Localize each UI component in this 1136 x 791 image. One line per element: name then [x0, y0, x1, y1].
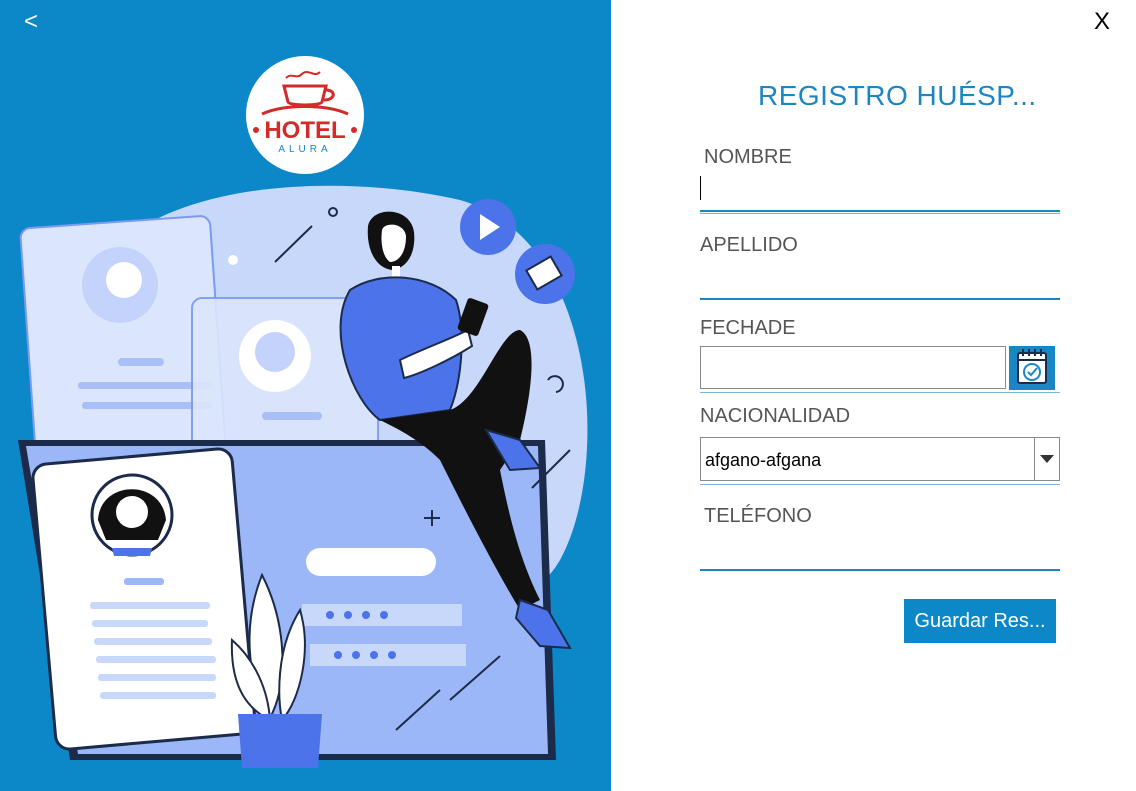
fecha-date-field[interactable] — [700, 346, 1006, 389]
telefono-underline — [700, 569, 1060, 571]
nacionalidad-select[interactable]: afgano-afgana — [700, 437, 1060, 481]
save-reservation-button[interactable]: Guardar Res... — [904, 599, 1056, 643]
nombre-underline-shadow — [700, 213, 1060, 214]
hotel-alura-logo: HOTEL ALURA — [246, 56, 364, 174]
nacionalidad-label: NACIONALIDAD — [700, 405, 851, 427]
fecha-label: FECHADE — [700, 317, 796, 339]
nombre-input[interactable] — [700, 174, 1060, 206]
calendar-check-icon — [1017, 349, 1047, 384]
calendar-button[interactable] — [1009, 346, 1055, 390]
telefono-input[interactable] — [700, 534, 1060, 566]
logo-text: HOTEL — [264, 117, 345, 144]
back-button[interactable]: < — [24, 8, 38, 36]
nacionalidad-underline — [700, 484, 1060, 485]
fecha-underline — [700, 392, 1060, 393]
nombre-label: NOMBRE — [704, 146, 792, 168]
illustration-panel: HOTEL ALURA < — [0, 0, 611, 791]
nacionalidad-selected-value: afgano-afgana — [705, 450, 822, 470]
nombre-underline — [700, 210, 1060, 212]
close-button[interactable]: X — [1094, 8, 1110, 36]
text-caret — [700, 176, 701, 200]
telefono-label: TELÉFONO — [704, 505, 812, 527]
apellido-label: APELLIDO — [700, 234, 798, 256]
apellido-input[interactable] — [700, 264, 1060, 296]
page-title: REGISTRO HUÉSP... — [758, 80, 1037, 111]
apellido-underline — [700, 298, 1060, 300]
logo-subtext: ALURA — [278, 144, 331, 155]
chevron-down-icon — [1040, 455, 1054, 463]
dropdown-button[interactable] — [1034, 438, 1059, 480]
